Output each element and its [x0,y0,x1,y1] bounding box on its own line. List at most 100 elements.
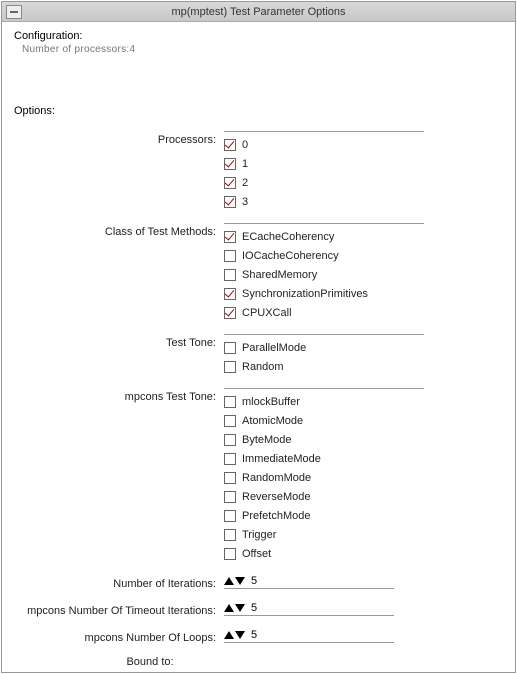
label-processors: Processors: [14,131,224,146]
checkbox-proc-3[interactable]: 3 [224,192,424,211]
checkbox-proc-1[interactable]: 1 [224,154,424,173]
checkbox-label: ParallelMode [242,342,306,354]
checkbox-box [224,472,236,484]
checkbox-label: Offset [242,548,271,560]
titlebar: mp(mptest) Test Parameter Options [2,2,515,22]
configuration-value: Number of processors:4 [22,44,503,55]
label-mpcons-tone: mpcons Test Tone: [14,388,224,403]
checkmark-icon [224,158,236,170]
checkbox-label: SynchronizationPrimitives [242,288,368,300]
controls-processors: 0 1 2 3 [224,131,424,211]
checkbox-parallel[interactable]: ParallelMode [224,338,424,357]
row-timeout-iterations: mpcons Number Of Timeout Iterations: 5 [14,602,503,617]
window-title: mp(mptest) Test Parameter Options [26,6,491,18]
checkbox-box [224,269,236,281]
checkbox-label: ReverseMode [242,491,310,503]
checkmark-icon [224,139,236,151]
row-bound-to: Bound to: [14,656,503,668]
configuration-block: Configuration: Number of processors:4 [14,30,503,55]
checkbox-label: mlockBuffer [242,396,300,408]
checkmark-icon [224,288,236,300]
checkbox-randommode[interactable]: RandomMode [224,468,424,487]
checkbox-box [224,361,236,373]
checkbox-box [224,510,236,522]
checkbox-proc-0[interactable]: 0 [224,135,424,154]
checkbox-label: Trigger [242,529,276,541]
checkbox-box [224,453,236,465]
label-test-tone: Test Tone: [14,334,224,349]
checkmark-icon [224,177,236,189]
checkbox-label: PrefetchMode [242,510,310,522]
spinner-loops[interactable]: 5 [224,629,394,643]
checkbox-atomic[interactable]: AtomicMode [224,411,424,430]
checkbox-label: SharedMemory [242,269,317,281]
row-iterations: Number of Iterations: 5 [14,575,503,590]
checkbox-label: 0 [242,139,248,151]
checkbox-syncprim[interactable]: SynchronizationPrimitives [224,284,424,303]
checkbox-box [224,250,236,262]
checkmark-icon [224,231,236,243]
checkmark-icon [224,196,236,208]
checkbox-immediate[interactable]: ImmediateMode [224,449,424,468]
system-menu-icon[interactable] [6,5,22,19]
label-loops: mpcons Number Of Loops: [14,629,224,644]
arrow-up-icon[interactable] [224,577,234,585]
checkbox-box [224,342,236,354]
checkbox-box [224,434,236,446]
row-class-methods: Class of Test Methods: ECacheCoherency I… [14,223,503,322]
checkbox-label: CPUXCall [242,307,292,319]
controls-class-methods: ECacheCoherency IOCacheCoherency SharedM… [224,223,424,322]
checkbox-label: ByteMode [242,434,292,446]
options-heading: Options: [14,105,503,117]
arrow-up-icon[interactable] [224,631,234,639]
spinner-value: 5 [249,629,257,641]
label-timeout-iterations: mpcons Number Of Timeout Iterations: [14,602,224,617]
spinner-timeout[interactable]: 5 [224,602,394,616]
arrow-down-icon[interactable] [235,631,245,639]
checkbox-label: ImmediateMode [242,453,321,465]
checkbox-box [224,396,236,408]
content-area: Configuration: Number of processors:4 Op… [2,22,515,672]
arrow-up-icon[interactable] [224,604,234,612]
checkbox-label: RandomMode [242,472,311,484]
checkbox-byte[interactable]: ByteMode [224,430,424,449]
checkbox-label: ECacheCoherency [242,231,334,243]
row-test-tone: Test Tone: ParallelMode Random [14,334,503,376]
checkbox-box [224,415,236,427]
checkbox-reverse[interactable]: ReverseMode [224,487,424,506]
checkbox-ecache[interactable]: ECacheCoherency [224,227,424,246]
label-iterations: Number of Iterations: [14,575,224,590]
checkbox-label: IOCacheCoherency [242,250,339,262]
label-class-methods: Class of Test Methods: [14,223,224,238]
checkbox-label: AtomicMode [242,415,303,427]
spinner-iterations[interactable]: 5 [224,575,394,589]
checkbox-label: 3 [242,196,248,208]
checkbox-cpuxcall[interactable]: CPUXCall [224,303,424,322]
arrow-down-icon[interactable] [235,577,245,585]
checkbox-label: Random [242,361,284,373]
checkbox-iocache[interactable]: IOCacheCoherency [224,246,424,265]
label-bound-to: Bound to: [14,656,294,668]
configuration-label: Configuration: [14,30,503,42]
checkbox-random[interactable]: Random [224,357,424,376]
checkmark-icon [224,307,236,319]
checkbox-box [224,548,236,560]
checkbox-offset[interactable]: Offset [224,544,424,563]
controls-mpcons-tone: mlockBuffer AtomicMode ByteMode Immediat… [224,388,424,563]
checkbox-label: 1 [242,158,248,170]
checkbox-mlock[interactable]: mlockBuffer [224,392,424,411]
row-loops: mpcons Number Of Loops: 5 [14,629,503,644]
spinner-value: 5 [249,602,257,614]
checkbox-prefetch[interactable]: PrefetchMode [224,506,424,525]
checkbox-box [224,529,236,541]
checkbox-proc-2[interactable]: 2 [224,173,424,192]
window: mp(mptest) Test Parameter Options Config… [1,1,516,673]
row-mpcons-tone: mpcons Test Tone: mlockBuffer AtomicMode… [14,388,503,563]
checkbox-trigger[interactable]: Trigger [224,525,424,544]
controls-test-tone: ParallelMode Random [224,334,424,376]
row-processors: Processors: 0 1 2 3 [14,131,503,211]
spinner-value: 5 [249,575,257,587]
arrow-down-icon[interactable] [235,604,245,612]
checkbox-label: 2 [242,177,248,189]
checkbox-sharedmem[interactable]: SharedMemory [224,265,424,284]
